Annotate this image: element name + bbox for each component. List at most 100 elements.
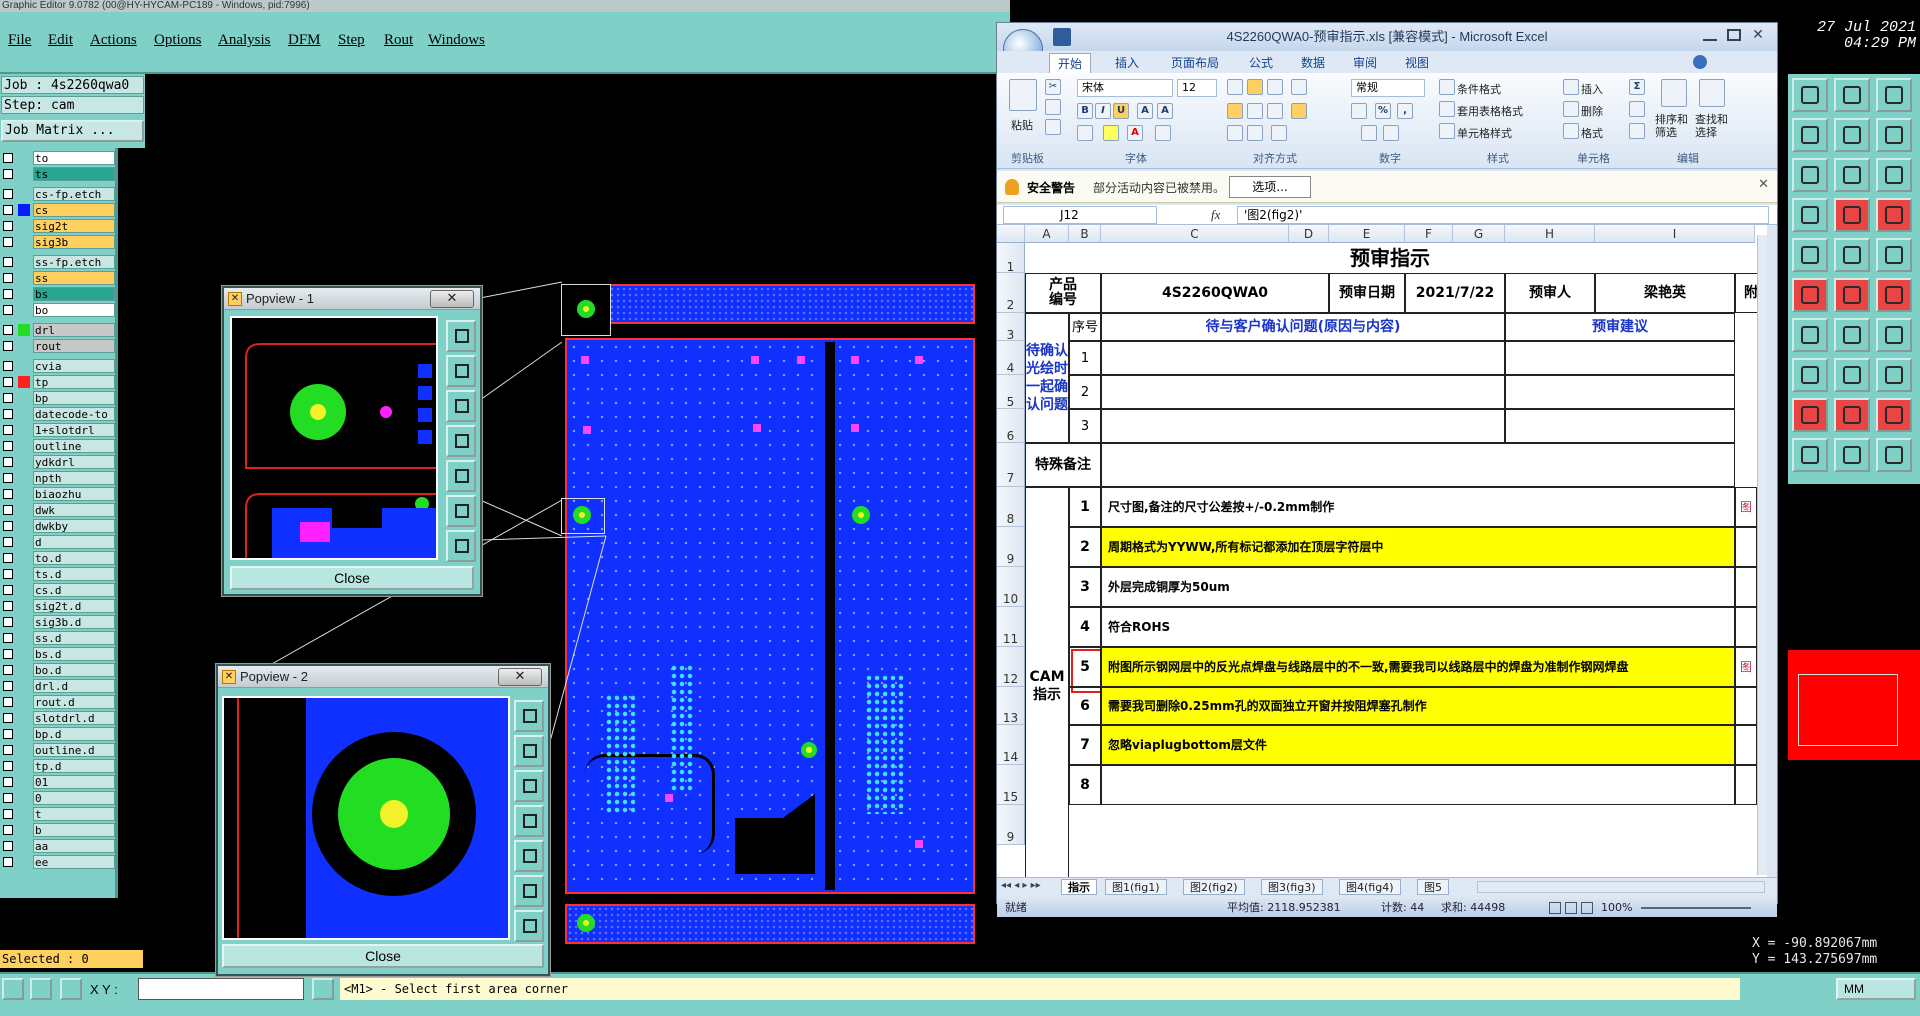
align-middle-icon[interactable] — [1247, 79, 1263, 95]
sheet-tab[interactable]: 图2(fig2) — [1183, 879, 1245, 895]
tool-button-icon[interactable] — [1876, 198, 1912, 232]
grow-font-icon[interactable]: A — [1137, 103, 1153, 119]
sort-filter-button[interactable]: 排序和 筛选 — [1655, 113, 1688, 139]
zoom-slider[interactable] — [1641, 907, 1751, 909]
popview-viewport[interactable] — [222, 696, 510, 940]
popview-tool-icon[interactable] — [514, 700, 544, 732]
percent-icon[interactable]: % — [1375, 103, 1391, 119]
special-remarks-label[interactable]: 特殊备注 — [1025, 443, 1101, 487]
increase-indent-icon[interactable] — [1247, 125, 1263, 141]
tool-button-icon[interactable] — [1792, 438, 1828, 472]
row-header[interactable]: 12 — [997, 647, 1025, 687]
select-all-corner[interactable] — [997, 225, 1025, 243]
tool-button-icon[interactable] — [1792, 238, 1828, 272]
decrease-indent-icon[interactable] — [1227, 125, 1243, 141]
delete-cells-icon[interactable] — [1563, 101, 1579, 117]
font-name-box[interactable]: 宋体 — [1077, 79, 1173, 97]
popview-tool-icon[interactable] — [514, 875, 544, 907]
popview-tool-icon[interactable] — [446, 495, 476, 527]
number-format-box[interactable]: 常规 — [1351, 79, 1425, 97]
cam-instruction-cell[interactable]: 需要我司删除0.25mm孔的双面独立开窗并按阻焊塞孔制作 — [1101, 687, 1735, 725]
merge-center-icon[interactable] — [1291, 103, 1307, 119]
popview-title[interactable]: ✕ Popview - 1 ✕ — [224, 288, 480, 310]
column-header[interactable]: A — [1025, 225, 1069, 243]
popview-title[interactable]: ✕ Popview - 2 ✕ — [218, 666, 548, 688]
cam-instruction-cell[interactable]: 符合ROHS — [1101, 607, 1735, 647]
tool-button-icon[interactable] — [1834, 238, 1870, 272]
row-header[interactable]: 15 — [997, 765, 1025, 805]
tab-insert[interactable]: 插入 — [1107, 53, 1147, 73]
autosum-icon[interactable]: Σ — [1629, 79, 1645, 95]
page-break-icon[interactable] — [1581, 902, 1593, 914]
row-header[interactable]: 11 — [997, 607, 1025, 647]
page-layout-icon[interactable] — [1565, 902, 1577, 914]
units-selector[interactable]: MM — [1836, 978, 1916, 1000]
cam-instruction-cell[interactable]: 尺寸图,备注的尺寸公差按+/-0.2mm制作 — [1101, 487, 1735, 527]
cam-seq-cell[interactable]: 2 — [1069, 527, 1101, 567]
tool-button-icon[interactable] — [1876, 118, 1912, 152]
cut-icon[interactable]: ✂ — [1045, 79, 1061, 95]
tool-button-icon[interactable] — [1876, 318, 1912, 352]
orientation-icon[interactable] — [1271, 125, 1287, 141]
row-header[interactable]: 3 — [997, 313, 1025, 342]
suggestion-cell[interactable] — [1505, 375, 1735, 409]
restore-icon[interactable] — [1727, 29, 1741, 41]
conditional-format-button[interactable]: 条件格式 — [1457, 81, 1501, 97]
row-header[interactable]: 4 — [997, 341, 1025, 375]
tool-button-icon[interactable] — [1792, 318, 1828, 352]
fill-icon[interactable] — [1629, 101, 1645, 117]
horizontal-scrollbar[interactable] — [1477, 881, 1765, 893]
cam-instruction-cell[interactable]: 周期格式为YYWW,所有标记都添加在顶层字符层中 — [1101, 527, 1735, 567]
cam-seq-cell[interactable]: 3 — [1069, 567, 1101, 607]
figure-ref-cell[interactable]: 图 — [1735, 487, 1757, 527]
cam-seq-cell[interactable]: 1 — [1069, 487, 1101, 527]
popview-tool-icon[interactable] — [446, 390, 476, 422]
excel-title-bar[interactable]: 4S2260QWA0-预审指示.xls [兼容模式] - Microsoft E… — [997, 23, 1777, 51]
popview-viewport[interactable] — [230, 316, 438, 560]
tool-button-icon[interactable] — [1792, 198, 1828, 232]
sheet-tab[interactable]: 指示 — [1061, 879, 1097, 895]
font-size-box[interactable]: 12 — [1177, 79, 1217, 97]
cell-style-button[interactable]: 单元格样式 — [1457, 125, 1512, 141]
seq-cell[interactable]: 3 — [1069, 409, 1101, 443]
align-left-icon[interactable] — [1227, 103, 1243, 119]
suggestion-header[interactable]: 预审建议 — [1505, 313, 1735, 341]
figure-ref-cell[interactable] — [1735, 567, 1757, 607]
tool-button-icon[interactable] — [1876, 238, 1912, 272]
figure-ref-cell[interactable] — [1735, 725, 1757, 765]
tab-view[interactable]: 视图 — [1397, 53, 1437, 73]
align-right-icon[interactable] — [1267, 103, 1283, 119]
security-options-button[interactable]: 选项... — [1229, 176, 1311, 198]
close-icon[interactable]: ✕ — [498, 668, 542, 686]
issue-header[interactable]: 待与客户确认问题(原因与内容) — [1101, 313, 1505, 341]
close-icon[interactable]: ✕ — [1747, 25, 1769, 45]
tool-button-icon[interactable] — [1834, 398, 1870, 432]
reviewer-name[interactable]: 梁艳英 — [1595, 273, 1735, 313]
table-format-icon[interactable] — [1439, 101, 1455, 117]
figure-ref-cell[interactable] — [1735, 527, 1757, 567]
minimize-icon[interactable] — [1703, 29, 1717, 41]
sort-filter-icon[interactable] — [1661, 79, 1687, 107]
product-label[interactable]: 产品 编号 — [1025, 273, 1101, 313]
fill-color-icon[interactable] — [1103, 125, 1119, 141]
tab-review[interactable]: 审阅 — [1345, 53, 1385, 73]
tool-button-icon[interactable] — [1792, 358, 1828, 392]
close-icon[interactable]: ✕ — [430, 290, 474, 308]
vertical-scrollbar[interactable] — [1757, 235, 1767, 875]
issue-cell[interactable] — [1101, 409, 1505, 443]
figure-ref-cell[interactable] — [1735, 765, 1757, 805]
cam-seq-cell[interactable]: 5 — [1069, 647, 1101, 687]
row-header[interactable]: 6 — [997, 409, 1025, 443]
bold-icon[interactable]: B — [1077, 103, 1093, 119]
tool-button-icon[interactable] — [1834, 358, 1870, 392]
align-bottom-icon[interactable] — [1267, 79, 1283, 95]
underline-icon[interactable]: U — [1113, 103, 1129, 119]
popview-close-button[interactable]: Close — [222, 944, 544, 968]
excel-window[interactable]: 4S2260QWA0-预审指示.xls [兼容模式] - Microsoft E… — [996, 22, 1778, 917]
figure-ref-cell[interactable] — [1735, 687, 1757, 725]
tool-button-icon[interactable] — [1792, 118, 1828, 152]
popview-tool-icon[interactable] — [514, 735, 544, 767]
currency-icon[interactable] — [1351, 103, 1367, 119]
formula-input[interactable]: '图2(fig2)' — [1237, 206, 1769, 224]
sheet-tab[interactable]: 图1(fig1) — [1105, 879, 1167, 895]
